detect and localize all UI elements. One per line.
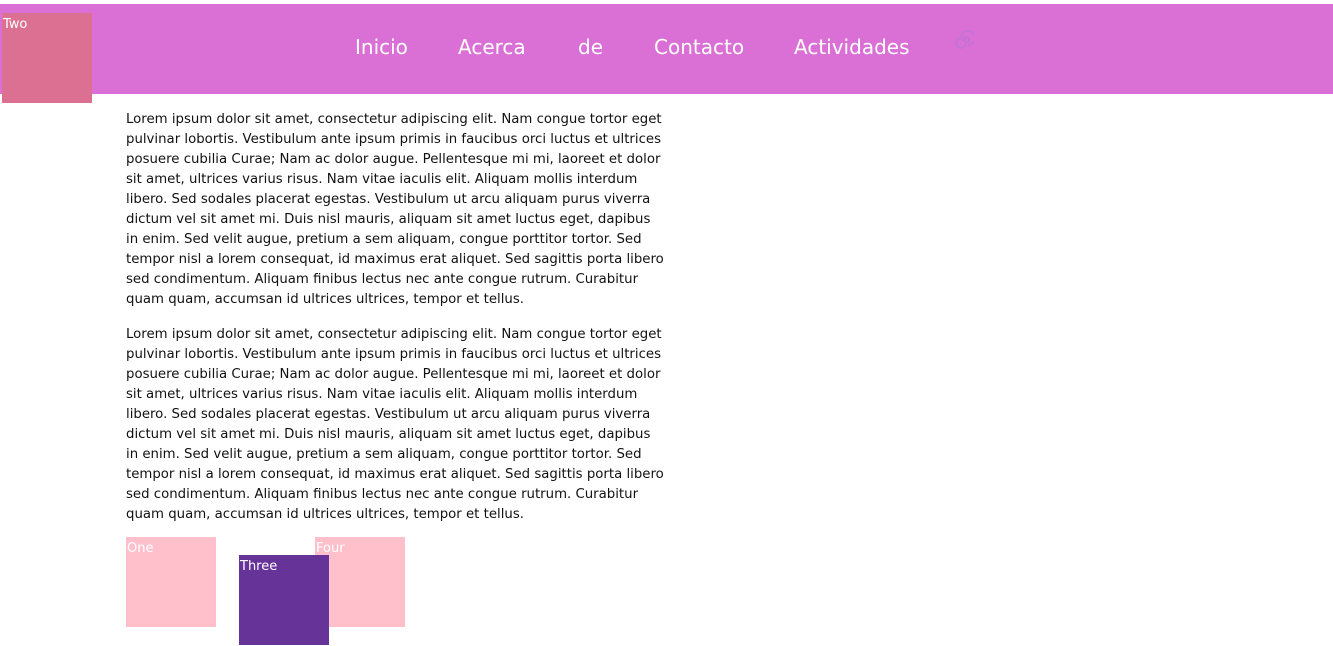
box-three: Three <box>239 555 329 645</box>
box-four-label: Four <box>316 541 345 556</box>
spiral-icon-graphic <box>955 30 976 49</box>
nav-link-inicio[interactable]: Inicio <box>355 35 408 59</box>
main-nav: Inicio Acerca de Contacto Actividades <box>0 4 1333 94</box>
box-one-label: One <box>127 541 154 556</box>
nav-link-contacto[interactable]: Contacto <box>654 35 744 59</box>
main-content: Lorem ipsum dolor sit amet, consectetur … <box>126 110 666 540</box>
nav-link-actividades[interactable]: Actividades <box>794 35 910 59</box>
header-bar: Inicio Acerca de Contacto Actividades <box>0 4 1333 94</box>
box-one: One <box>126 537 216 627</box>
paragraph-1: Lorem ipsum dolor sit amet, consectetur … <box>126 112 664 307</box>
nav-link-acerca[interactable]: Acerca <box>458 35 526 59</box>
box-two: Two <box>2 13 92 103</box>
nav-link-de[interactable]: de <box>578 35 603 59</box>
box-three-label: Three <box>240 559 278 574</box>
page: Inicio Acerca de Contacto Actividades Tw… <box>0 0 1333 646</box>
spiral-icon <box>954 30 976 50</box>
paragraph-2: Lorem ipsum dolor sit amet, consectetur … <box>126 327 664 522</box>
box-two-label: Two <box>3 17 28 32</box>
